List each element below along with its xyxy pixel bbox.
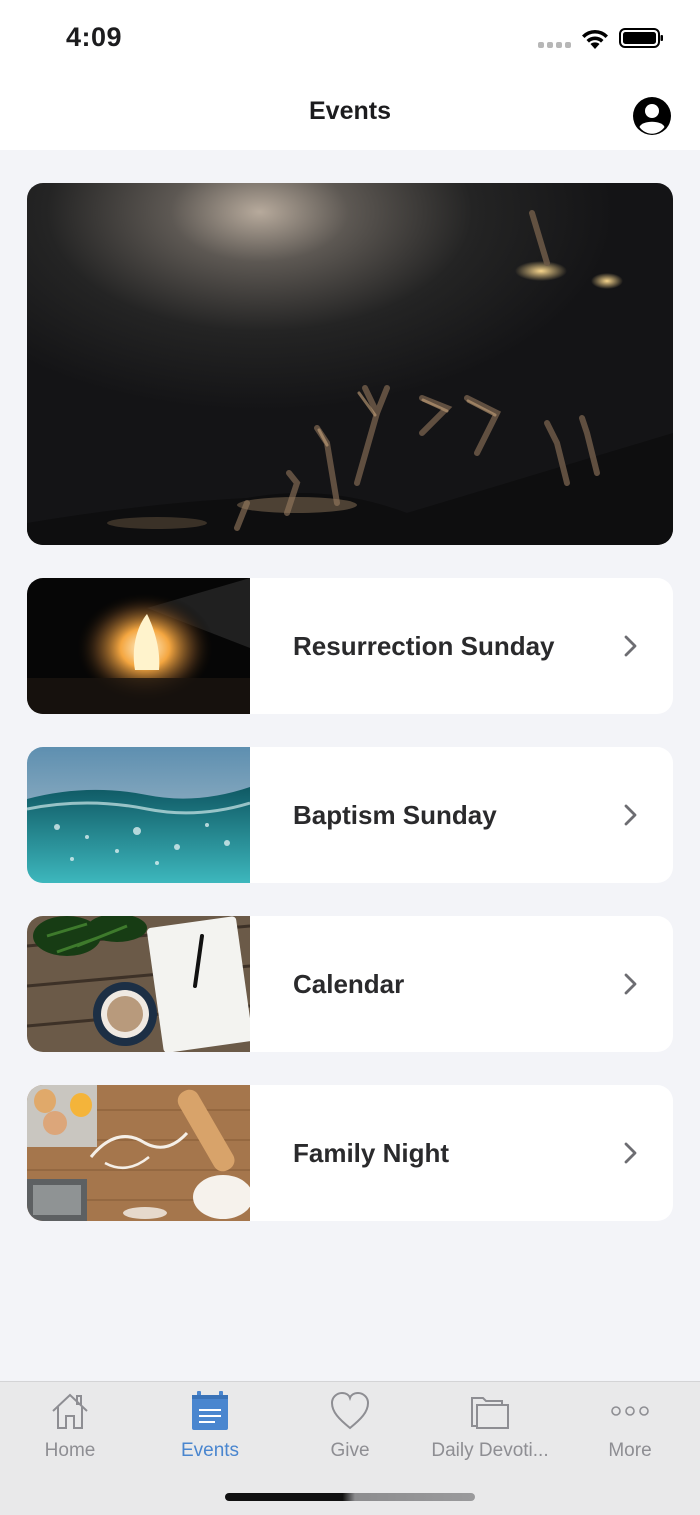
person-circle-icon[interactable] <box>632 96 672 136</box>
chevron-right-icon <box>624 804 637 826</box>
tab-label: Home <box>44 1440 96 1461</box>
home-indicator[interactable] <box>225 1493 475 1501</box>
event-row-family-night[interactable]: Family Night <box>27 1085 673 1221</box>
ellipsis-icon <box>611 1406 649 1416</box>
event-row-calendar[interactable]: Calendar <box>27 916 673 1052</box>
battery-icon <box>619 28 663 48</box>
tab-events[interactable]: Events <box>140 1390 280 1470</box>
page-title: Events <box>309 97 391 125</box>
tab-label: More <box>608 1440 652 1461</box>
event-row-resurrection-sunday[interactable]: Resurrection Sunday <box>27 578 673 714</box>
cellular-signal-icon <box>538 42 571 48</box>
heart-icon <box>330 1391 370 1430</box>
house-icon <box>52 1393 88 1429</box>
hero-banner[interactable] <box>27 183 673 545</box>
navigation-bar: Events <box>0 78 700 150</box>
tab-label: Daily Devoti... <box>431 1440 549 1461</box>
event-title: Resurrection Sunday <box>293 630 555 661</box>
folder-icon <box>471 1397 509 1429</box>
tab-daily-devotional[interactable]: Daily Devoti... <box>420 1390 560 1470</box>
event-title: Family Night <box>293 1137 450 1168</box>
tab-label: Events <box>180 1440 240 1461</box>
ocean-water-photo <box>27 747 250 883</box>
tab-label: Give <box>330 1440 370 1461</box>
tab-home[interactable]: Home <box>0 1390 140 1470</box>
chevron-right-icon <box>624 635 637 657</box>
empty-tomb-light-photo <box>27 578 250 714</box>
status-bar: 4:09 <box>0 0 700 78</box>
chevron-right-icon <box>624 973 637 995</box>
calendar-icon <box>192 1391 228 1430</box>
event-title: Calendar <box>293 968 405 999</box>
wifi-icon <box>582 29 608 49</box>
status-time: 4:09 <box>66 22 123 52</box>
event-title: Baptism Sunday <box>293 799 497 830</box>
family-flour-baking-photo <box>27 1085 250 1221</box>
tab-give[interactable]: Give <box>280 1390 420 1470</box>
worship-hands-raised-photo <box>27 183 673 545</box>
chevron-right-icon <box>624 1142 637 1164</box>
desk-notebook-coffee-photo <box>27 916 250 1052</box>
tab-more[interactable]: More <box>560 1390 700 1470</box>
event-row-baptism-sunday[interactable]: Baptism Sunday <box>27 747 673 883</box>
